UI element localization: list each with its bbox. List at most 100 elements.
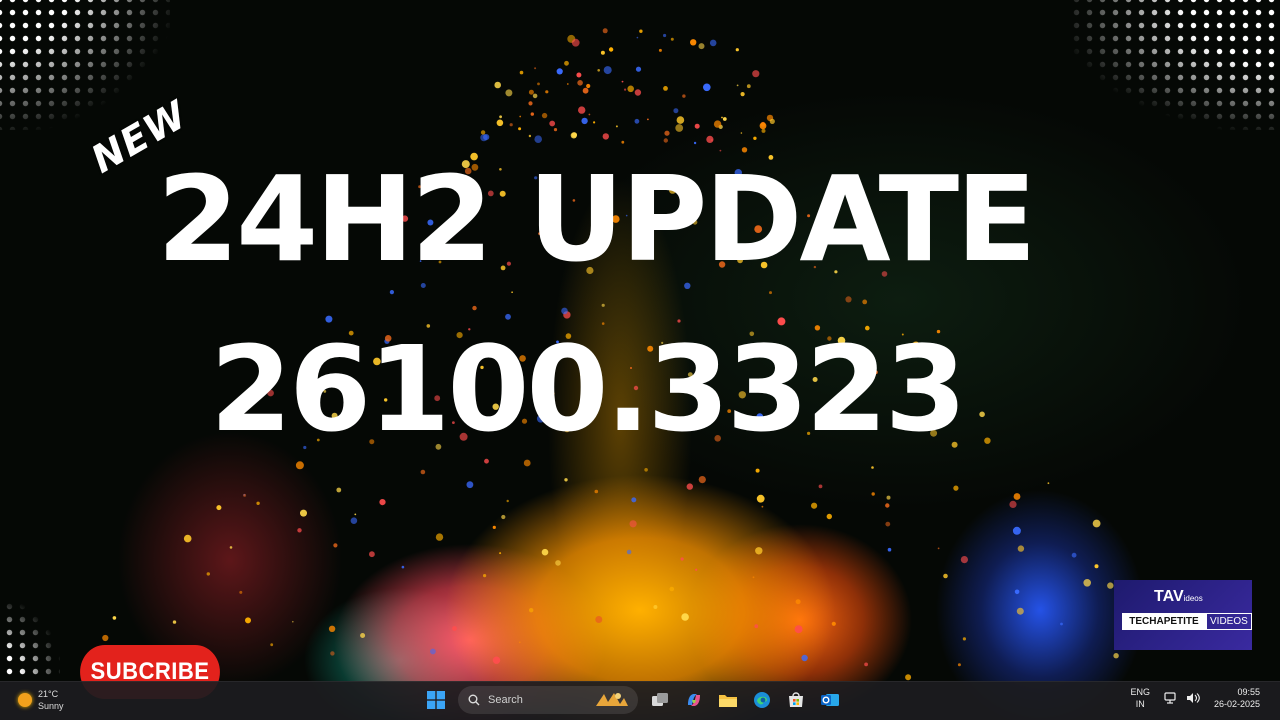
powder-particle — [769, 118, 775, 124]
powder-particle — [937, 547, 940, 550]
powder-particle — [676, 116, 685, 124]
powder-particle — [831, 621, 836, 626]
powder-particle — [172, 620, 177, 624]
powder-particle — [627, 85, 634, 93]
powder-particle — [1113, 653, 1119, 659]
powder-particle — [577, 80, 583, 86]
powder-particle — [328, 625, 336, 632]
system-tray: ENG IN 09:55 26-02-2025 — [1130, 686, 1260, 710]
powder-particle — [292, 620, 294, 623]
powder-particle — [761, 505, 764, 508]
powder-particle — [541, 548, 549, 556]
powder-particle — [984, 437, 991, 444]
taskbar-search-box[interactable]: Search — [458, 686, 638, 714]
powder-particle — [1094, 564, 1099, 569]
powder-particle — [629, 520, 637, 528]
powder-particle — [703, 83, 711, 92]
powder-particle — [634, 118, 640, 124]
outlook-icon[interactable] — [818, 688, 842, 712]
powder-particle — [644, 468, 648, 472]
powder-particle — [1012, 526, 1021, 535]
powder-particle — [333, 543, 338, 548]
microsoft-store-icon[interactable] — [784, 688, 808, 712]
powder-particle — [871, 492, 875, 496]
powder-particle — [962, 637, 967, 641]
volume-icon[interactable] — [1186, 692, 1200, 704]
powder-particle — [603, 66, 612, 75]
powder-particle — [663, 33, 667, 38]
powder-particle — [593, 121, 596, 124]
powder-particle — [1107, 582, 1114, 589]
powder-particle — [695, 568, 698, 571]
powder-particle — [336, 487, 342, 493]
powder-particle — [752, 70, 760, 78]
powder-particle — [566, 83, 569, 85]
powder-particle — [636, 36, 639, 39]
powder-particle — [957, 663, 961, 667]
powder-particle — [534, 67, 537, 70]
powder-particle — [680, 557, 684, 561]
windows-taskbar: 21°C Sunny Search ENG IN 09:55 26-02-202… — [0, 681, 1280, 720]
powder-particle — [256, 501, 260, 505]
task-view-icon[interactable] — [648, 688, 672, 712]
powder-particle — [519, 115, 522, 118]
taskbar-center: Search — [424, 686, 842, 714]
channel-logo: TAVideos TECHAPETITE VIDEOS — [1114, 580, 1252, 650]
powder-particle — [389, 290, 394, 295]
powder-particle — [698, 476, 706, 484]
language-indicator[interactable]: ENG IN — [1130, 686, 1150, 710]
powder-particle — [639, 29, 643, 33]
powder-particle — [960, 556, 969, 564]
powder-particle — [243, 493, 247, 497]
powder-particle — [564, 478, 568, 482]
powder-particle — [594, 489, 599, 494]
powder-particle — [755, 547, 763, 555]
powder-particle — [736, 84, 739, 87]
clock[interactable]: 09:55 26-02-2025 — [1214, 686, 1260, 710]
powder-particle — [112, 616, 117, 620]
powder-particle — [102, 634, 109, 642]
powder-particle — [555, 560, 561, 566]
channel-logo-mark: TAVideos — [1154, 588, 1203, 606]
powder-particle — [673, 108, 679, 114]
powder-particle — [826, 513, 832, 520]
powder-particle — [506, 499, 509, 503]
powder-particle — [864, 662, 868, 667]
powder-particle — [905, 674, 912, 681]
clock-time: 09:55 — [1237, 687, 1260, 697]
powder-particle — [183, 534, 192, 543]
powder-particle — [698, 43, 705, 50]
powder-particle — [1060, 622, 1063, 626]
powder-particle — [631, 497, 637, 503]
powder-particle — [379, 499, 386, 506]
powder-particle — [663, 138, 668, 143]
desktop-wallpaper: NEW 24H2 UPDATE 26100.3323 SUBCRIBE TAVi… — [0, 0, 1280, 720]
powder-particle — [597, 69, 600, 72]
powder-particle — [582, 87, 589, 94]
powder-particle — [530, 112, 534, 116]
powder-particle — [511, 291, 513, 294]
powder-particle — [752, 576, 755, 579]
powder-particle — [499, 552, 502, 555]
powder-particle — [519, 641, 521, 644]
file-explorer-icon[interactable] — [716, 688, 740, 712]
copilot-icon[interactable] — [682, 688, 706, 712]
network-icon[interactable] — [1164, 692, 1178, 704]
powder-particle — [601, 303, 605, 307]
powder-particle — [553, 128, 558, 132]
weather-widget[interactable]: 21°C Sunny — [18, 688, 64, 712]
powder-particle — [754, 624, 759, 629]
windows-start-icon[interactable] — [424, 688, 448, 712]
powder-particle — [746, 84, 751, 89]
powder-particle — [801, 654, 808, 662]
powder-particle — [694, 123, 700, 129]
powder-particle — [647, 118, 649, 121]
powder-particle — [979, 411, 985, 418]
edge-icon[interactable] — [750, 688, 774, 712]
powder-particle — [845, 296, 852, 303]
powder-particle — [528, 89, 534, 95]
powder-particle — [953, 485, 959, 491]
powder-particle — [518, 127, 522, 131]
powder-particle — [943, 573, 948, 579]
headline-title: 24H2 UPDATE — [157, 150, 1037, 288]
